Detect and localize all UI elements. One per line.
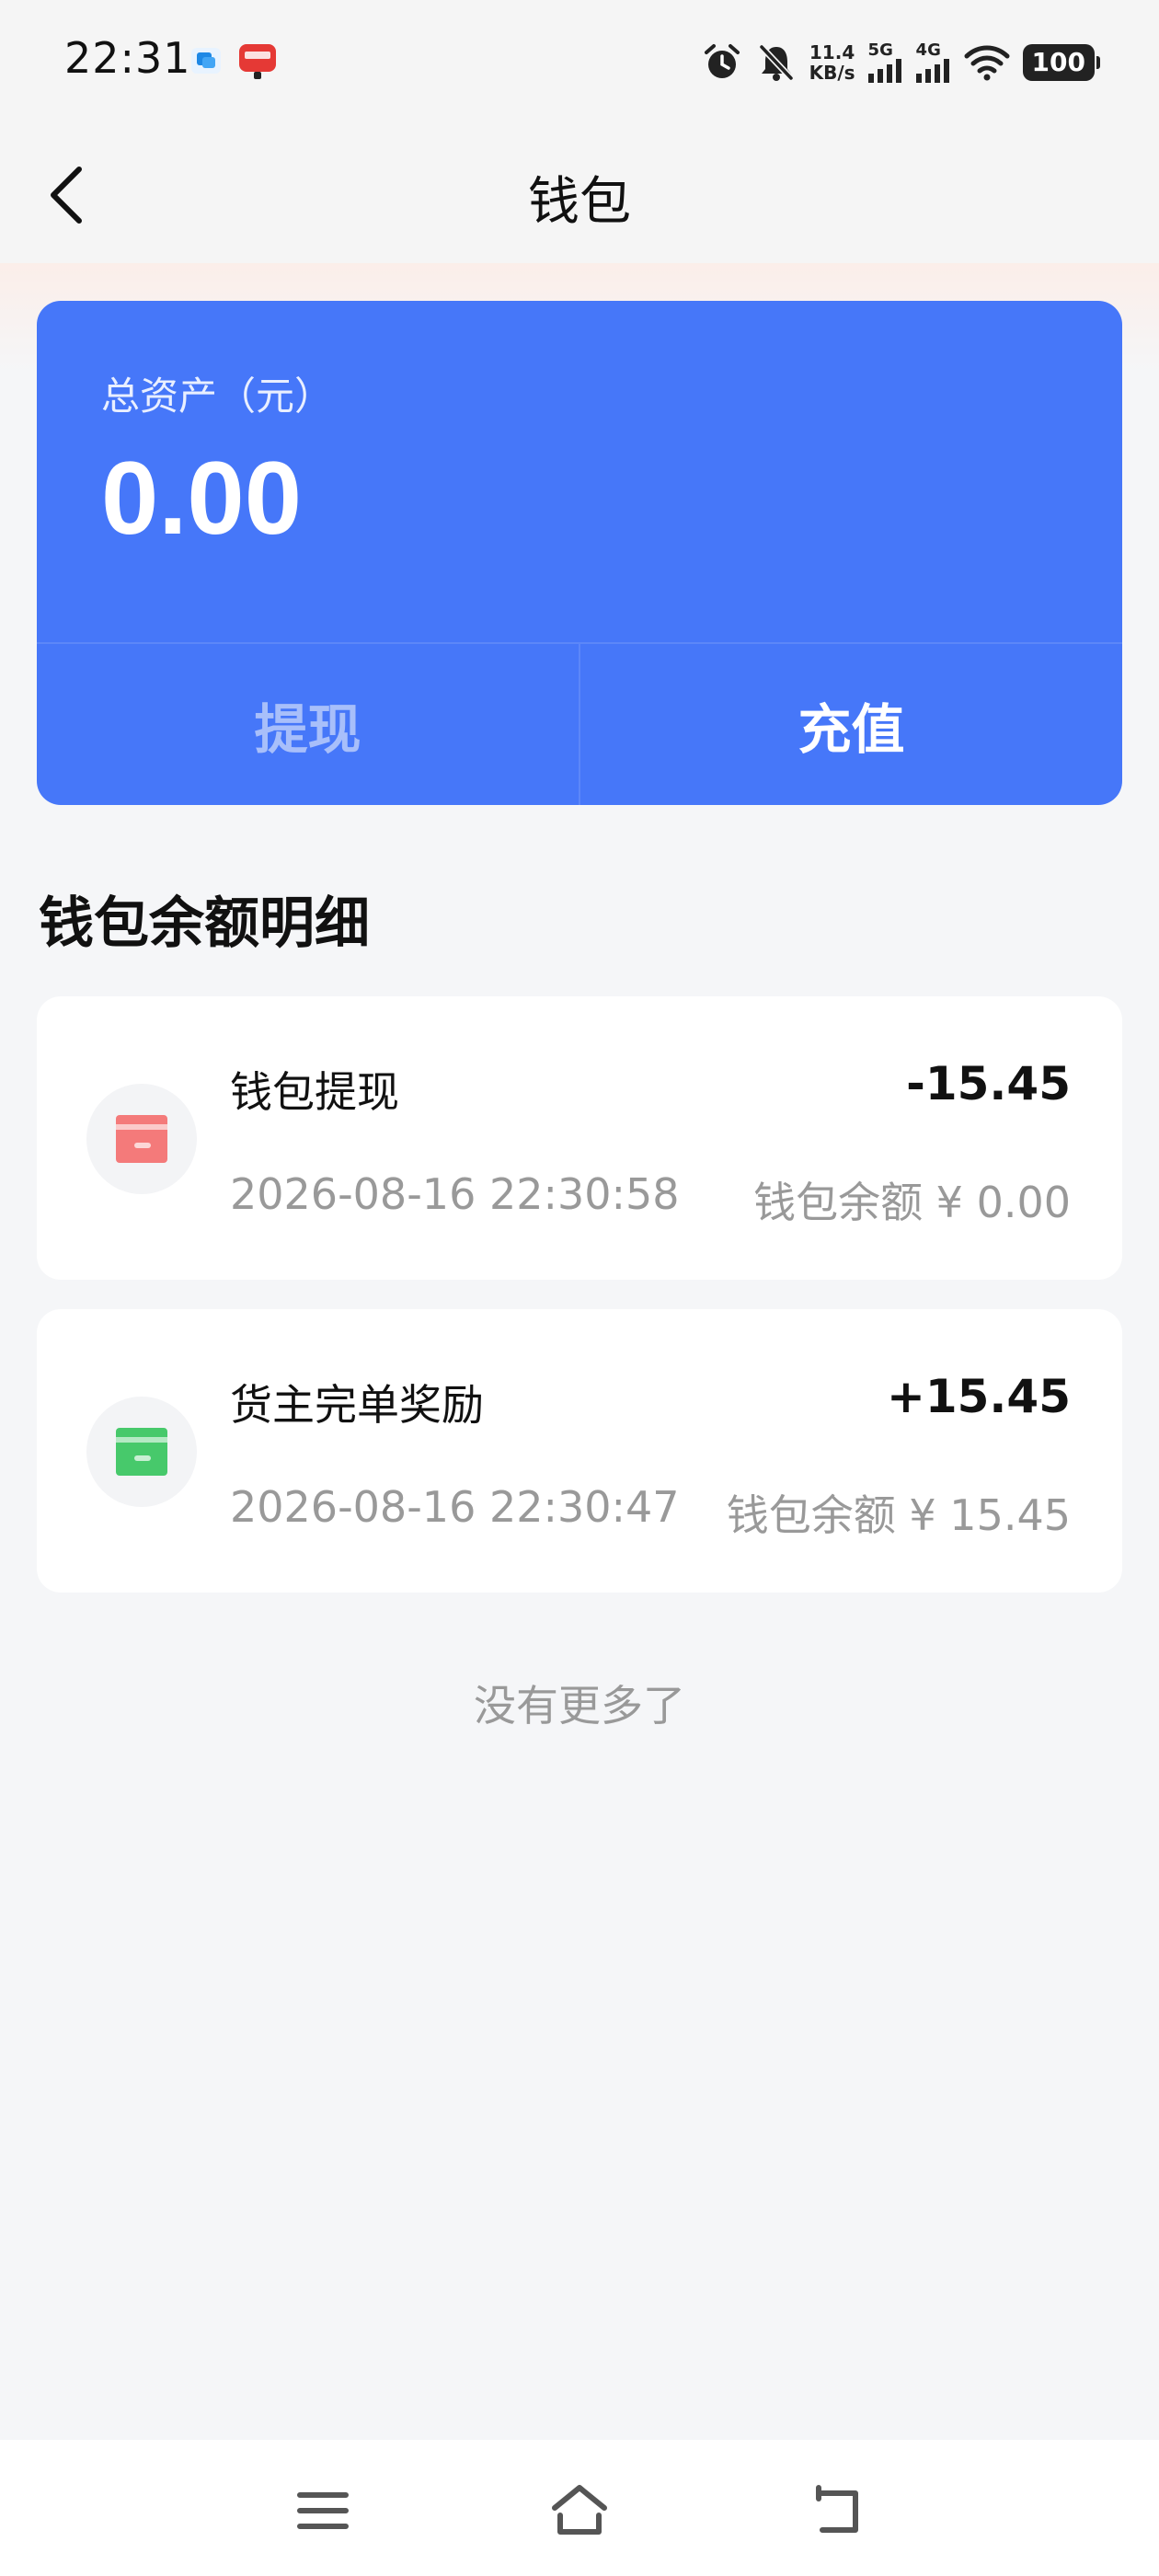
signal-bars-icon	[867, 59, 901, 83]
page-title: 钱包	[528, 172, 631, 232]
menu-icon	[297, 2492, 349, 2529]
transaction-item[interactable]: 货主完单奖励 +15.45 2026-08-16 22:30:47 钱包余额 ¥…	[37, 1309, 1122, 1593]
balance-details-heading: 钱包余额明细	[39, 891, 370, 956]
system-navigation-bar	[0, 2440, 1159, 2576]
transaction-title: 货主完单奖励	[230, 1380, 484, 1430]
home-nav-button[interactable]	[547, 2478, 612, 2543]
transaction-icon-wrap	[86, 1084, 197, 1194]
card-icon	[116, 1115, 167, 1163]
menu-nav-button[interactable]	[291, 2478, 355, 2543]
transaction-title: 钱包提现	[230, 1067, 399, 1117]
asset-actions: 提现 充值	[37, 642, 1122, 805]
total-assets-amount: 0.00	[101, 441, 302, 556]
signal-bars-icon	[915, 59, 949, 83]
card-icon	[116, 1428, 167, 1476]
transaction-balance: 钱包余额 ¥ 0.00	[753, 1178, 1071, 1227]
transaction-balance: 钱包余额 ¥ 15.45	[726, 1490, 1071, 1540]
list-end-text: 没有更多了	[474, 1681, 685, 1731]
withdraw-button[interactable]: 提现	[37, 644, 580, 805]
recharge-button[interactable]: 充值	[580, 644, 1122, 805]
app-notification-icon	[191, 48, 221, 74]
network-speed-unit: KB/s	[809, 62, 855, 84]
status-time: 22:31	[64, 33, 191, 83]
transaction-amount: -15.45	[906, 1057, 1071, 1110]
total-assets-card: 总资产（元） 0.00 提现 充值	[37, 301, 1122, 805]
network-speed: 11.4 KB/s	[809, 42, 855, 83]
signal-4g-label: 4G	[915, 40, 941, 60]
status-icons: 11.4 KB/s 5G 4G 100	[701, 37, 1101, 88]
transaction-icon-wrap	[86, 1397, 197, 1507]
wifi-icon	[964, 44, 1010, 81]
back-arrow-icon	[816, 2485, 858, 2533]
mute-bell-icon	[756, 41, 797, 84]
status-bar: 22:31 11.4 KB/s 5G 4G 100	[0, 0, 1159, 129]
back-nav-button[interactable]	[804, 2478, 868, 2543]
total-assets-label: 总资产（元）	[101, 374, 334, 419]
header: 钱包	[0, 129, 1159, 263]
alarm-icon	[701, 41, 743, 84]
transaction-item[interactable]: 钱包提现 -15.45 2026-08-16 22:30:58 钱包余额 ¥ 0…	[37, 996, 1122, 1280]
signal-4g: 4G	[915, 40, 951, 83]
transaction-time: 2026-08-16 22:30:47	[230, 1482, 680, 1532]
home-icon	[552, 2485, 607, 2535]
transaction-amount: +15.45	[886, 1370, 1071, 1423]
network-speed-value: 11.4	[809, 41, 855, 63]
signal-5g: 5G	[867, 40, 903, 83]
signal-5g-label: 5G	[867, 40, 893, 60]
payment-app-notification-icon	[239, 44, 276, 79]
transaction-time: 2026-08-16 22:30:58	[230, 1169, 680, 1219]
battery-indicator: 100	[1022, 44, 1101, 81]
